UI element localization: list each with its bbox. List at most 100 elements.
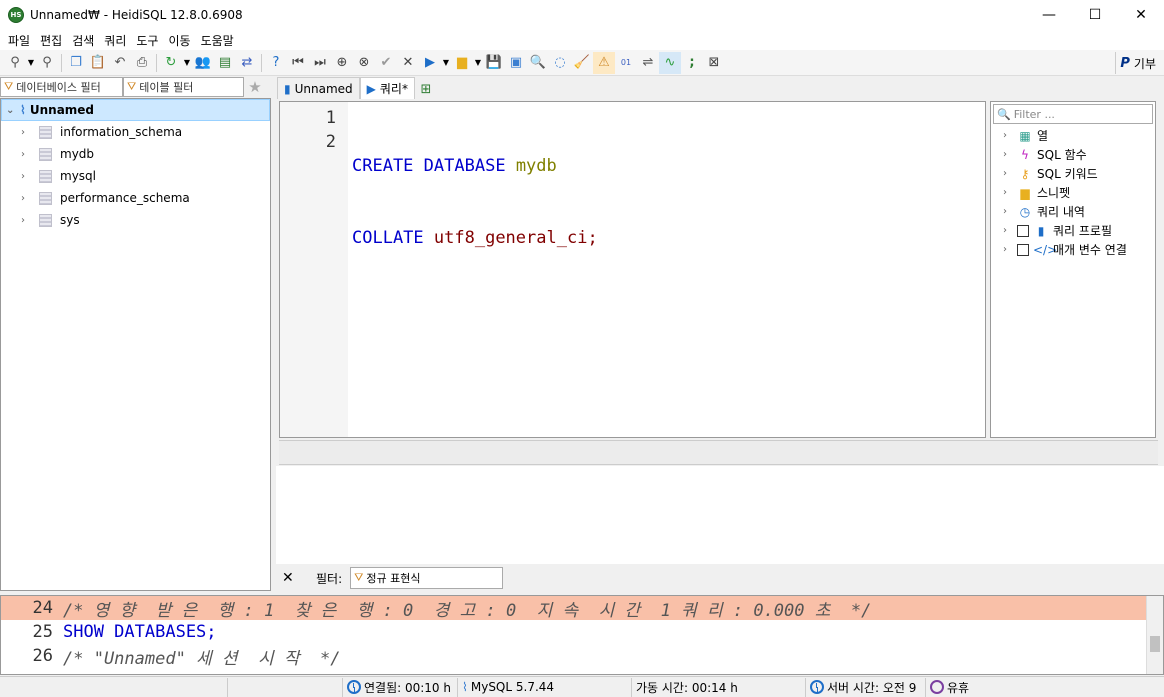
idle-status-icon — [930, 680, 944, 694]
save-icon[interactable]: 💾 — [483, 52, 505, 74]
undo-icon[interactable]: ↶ — [109, 52, 131, 74]
open-file-icon[interactable]: ▆ — [451, 52, 473, 74]
editor-tabs: ▮ Unnamed ▶ 쿼리* ⊞ — [277, 76, 1164, 99]
run-icon[interactable]: ▶ — [419, 52, 441, 74]
helper-item-snippets[interactable]: › ▆ 스니펫 — [991, 183, 1155, 202]
clear-icon[interactable]: 🧹 — [571, 52, 593, 74]
tree-item-database[interactable]: › information_schema — [1, 121, 270, 143]
tree-item-database[interactable]: › mydb — [1, 143, 270, 165]
connect-dropdown-icon[interactable]: ▼ — [26, 58, 36, 67]
chevron-right-icon[interactable]: › — [1003, 187, 1013, 198]
replace-icon[interactable]: ◌ — [549, 52, 571, 74]
chevron-right-icon[interactable]: › — [1003, 149, 1013, 160]
helper-item-bind-params[interactable]: › </> 매개 변수 연결 — [991, 240, 1155, 259]
helper-item-history[interactable]: › ◷ 쿼리 내역 — [991, 202, 1155, 221]
new-query-tab-icon[interactable]: ⊞ — [415, 79, 437, 99]
status-empty — [0, 677, 228, 697]
table-filter-input[interactable]: ⛛ 테이블 필터 — [123, 77, 244, 97]
menu-query[interactable]: 쿼리 — [99, 32, 131, 49]
donate-label: 기부 — [1133, 56, 1156, 71]
next-record-icon[interactable]: ⏭ — [309, 52, 331, 74]
tree-item-database[interactable]: › mysql — [1, 165, 270, 187]
helper-item-label: 열 — [1037, 129, 1049, 143]
menu-edit[interactable]: 편집 — [35, 32, 67, 49]
helper-item-keywords[interactable]: › ⚷ SQL 키워드 — [991, 164, 1155, 183]
key-icon: ⚷ — [1020, 166, 1030, 181]
export-icon[interactable]: ▤ — [214, 52, 236, 74]
add-record-icon[interactable]: ⊕ — [331, 52, 353, 74]
chevron-right-icon[interactable]: › — [21, 215, 31, 226]
helper-item-columns[interactable]: › ▦ 열 — [991, 126, 1155, 145]
run-dropdown-icon[interactable]: ▼ — [441, 58, 451, 67]
tab-query[interactable]: ▶ 쿼리* — [359, 77, 415, 99]
chevron-right-icon[interactable]: › — [21, 193, 31, 204]
menu-tools[interactable]: 도구 — [131, 32, 163, 49]
user-manager-icon[interactable]: 👥 — [192, 52, 214, 74]
print-icon[interactable]: ⎙ — [131, 52, 153, 74]
transfer-icon[interactable]: ⇄ — [236, 52, 258, 74]
connect-icon[interactable]: ⚲ — [4, 52, 26, 74]
wrap-icon[interactable]: ⇌ — [637, 52, 659, 74]
binary-icon[interactable]: 01 — [615, 52, 637, 74]
tab-label: 쿼리* — [379, 82, 408, 96]
tree-item-database[interactable]: › sys — [1, 209, 270, 231]
chevron-right-icon[interactable]: › — [1003, 225, 1013, 236]
minimize-button[interactable]: — — [1026, 0, 1072, 30]
chevron-right-icon[interactable]: › — [1003, 244, 1013, 255]
favorite-star-icon[interactable]: ★ — [244, 78, 266, 96]
refresh-icon[interactable]: ↻ — [160, 52, 182, 74]
chevron-right-icon[interactable]: › — [21, 149, 31, 160]
maximize-button[interactable]: ☐ — [1072, 0, 1118, 30]
close-icon[interactable]: ✕ — [282, 570, 296, 586]
bind-params-checkbox[interactable] — [1017, 243, 1029, 256]
delete-record-icon[interactable]: ⊗ — [353, 52, 375, 74]
menu-goto[interactable]: 이동 — [163, 32, 195, 49]
cancel-icon[interactable]: ✕ — [397, 52, 419, 74]
result-filter-row: ✕ 필터: ⛛ 정규 표현식 — [276, 566, 1164, 590]
disconnect-icon[interactable]: ⚲ — [36, 52, 58, 74]
result-grid[interactable] — [276, 466, 1164, 564]
chevron-right-icon[interactable]: › — [1003, 130, 1013, 141]
open-dropdown-icon[interactable]: ▼ — [473, 58, 483, 67]
warnings-icon[interactable]: ⚠ — [593, 51, 615, 74]
first-record-icon[interactable]: ⏮ — [287, 52, 309, 74]
log-scrollbar[interactable] — [1146, 596, 1163, 674]
sql-log[interactable]: 24 /* 영 향 받 은 행 : 1 찾 은 행 : 0 경 고 : 0 지 … — [0, 595, 1164, 675]
sql-editor[interactable]: 1 2 CREATE DATABASE mydb COLLATE utf8_ge… — [279, 101, 986, 438]
tab-host[interactable]: ▮ Unnamed — [277, 77, 360, 99]
chevron-right-icon[interactable]: › — [21, 171, 31, 182]
tree-filters: ⛛ 데이터베이스 필터 ⛛ 테이블 필터 ★ — [0, 76, 272, 98]
chevron-down-icon[interactable]: ⌄ — [6, 105, 16, 116]
menu-search[interactable]: 검색 — [67, 32, 99, 49]
scrollbar-thumb[interactable] — [1150, 636, 1160, 652]
sync-icon[interactable]: ∿ — [659, 51, 681, 74]
host-icon: ▮ — [284, 81, 291, 96]
tree-item-database[interactable]: › performance_schema — [1, 187, 270, 209]
help-icon[interactable]: ? — [265, 52, 287, 74]
sql-keyword: DATABASE — [423, 156, 506, 176]
save-as-icon[interactable]: ▣ — [505, 52, 527, 74]
helper-filter-input[interactable]: 🔍 Filter ... — [993, 104, 1153, 124]
semicolon-icon[interactable]: ; — [681, 52, 703, 74]
code-area[interactable]: CREATE DATABASE mydb COLLATE utf8_genera… — [348, 102, 598, 437]
copy-icon[interactable]: ❐ — [65, 52, 87, 74]
post-icon[interactable]: ✔ — [375, 52, 397, 74]
regex-filter-input[interactable]: ⛛ 정규 표현식 — [350, 567, 504, 589]
helper-item-profile[interactable]: › ▮ 쿼리 프로필 — [991, 221, 1155, 240]
menu-help[interactable]: 도움말 — [196, 32, 239, 49]
menu-bar: 파일 편집 검색 쿼리 도구 이동 도움말 — [0, 30, 1164, 50]
menu-file[interactable]: 파일 — [3, 32, 35, 49]
chevron-right-icon[interactable]: › — [1003, 206, 1013, 217]
close-tab-icon[interactable]: ⊠ — [703, 52, 725, 74]
chevron-right-icon[interactable]: › — [1003, 168, 1013, 179]
helper-item-functions[interactable]: › ϟ SQL 함수 — [991, 145, 1155, 164]
close-button[interactable]: ✕ — [1118, 0, 1164, 30]
find-icon[interactable]: 🔍 — [527, 52, 549, 74]
tree-root-session[interactable]: ⌄ ⌇ Unnamed — [1, 99, 270, 121]
paste-icon[interactable]: 📋 — [87, 52, 109, 74]
database-filter-input[interactable]: ⛛ 데이터베이스 필터 — [0, 77, 123, 97]
chevron-right-icon[interactable]: › — [21, 127, 31, 138]
refresh-dropdown-icon[interactable]: ▼ — [182, 58, 192, 67]
profile-checkbox[interactable] — [1017, 224, 1029, 237]
donate-button[interactable]: P 기부 — [1115, 52, 1160, 74]
